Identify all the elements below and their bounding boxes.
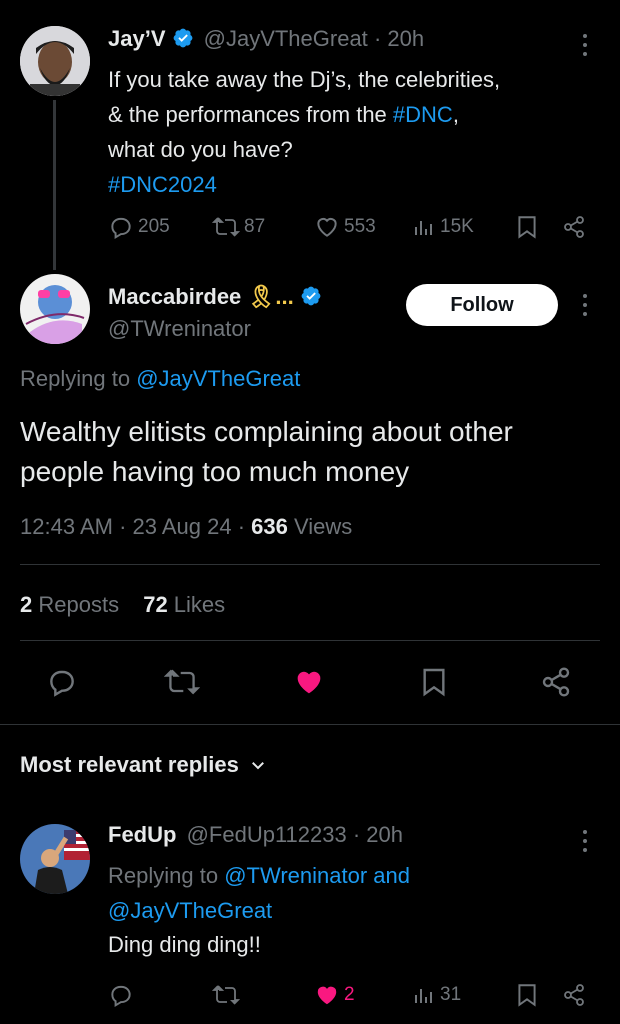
- views-count: 15K: [440, 216, 474, 237]
- like-button[interactable]: 2: [314, 982, 355, 1008]
- like-count: 553: [344, 216, 376, 237]
- tweet-time: · 20h: [373, 26, 425, 51]
- repost-button[interactable]: [164, 666, 200, 698]
- more-options-icon[interactable]: [582, 830, 588, 852]
- likes-label: Likes: [167, 592, 226, 617]
- text-line: people having too much money: [20, 456, 410, 487]
- heart-icon: [317, 986, 337, 1005]
- reposts-label: Reposts: [32, 592, 120, 617]
- text-line: Wealthy elitists complaining about other: [20, 416, 513, 447]
- author-name-suffix: 🎗...: [247, 284, 294, 309]
- share-icon: [564, 984, 584, 1006]
- bookmark-button[interactable]: [420, 666, 448, 698]
- verified-badge-icon: [172, 27, 194, 49]
- text-line: & the performances from the #DNC,: [108, 97, 598, 132]
- tweet-time: · 20h: [352, 822, 404, 847]
- reply1-header: FedUp @FedUp112233 · 20h: [108, 822, 403, 848]
- reply-icon: [111, 217, 131, 240]
- replying-prefix: Replying to: [108, 863, 225, 888]
- hashtag-link[interactable]: #DNC: [393, 102, 453, 127]
- replying-to: Replying to @JayVTheGreat: [20, 366, 300, 392]
- bookmark-icon: [423, 668, 445, 697]
- share-button[interactable]: [562, 982, 586, 1008]
- follow-button[interactable]: Follow: [406, 284, 558, 326]
- text-segment: ,: [452, 102, 459, 127]
- text-segment: & the performances from the: [108, 102, 393, 127]
- author-name[interactable]: Maccabirdee: [108, 284, 241, 309]
- like-button[interactable]: [292, 666, 326, 698]
- tweet1-header: Jay’V @JayVTheGreat · 20h: [108, 26, 424, 52]
- more-options-icon[interactable]: [582, 294, 588, 316]
- thread-line: [53, 100, 56, 270]
- repost-count: 87: [244, 216, 266, 237]
- views-icon: [415, 221, 432, 235]
- share-icon: [564, 216, 584, 238]
- replying-prefix: Replying to: [20, 366, 137, 391]
- reply-icon: [111, 985, 131, 1008]
- avatar-fedup[interactable]: [20, 824, 90, 894]
- repost-icon: [212, 217, 240, 237]
- author-handle[interactable]: @JayVTheGreat: [204, 26, 368, 51]
- bookmark-icon: [518, 216, 536, 239]
- reply-button[interactable]: [46, 666, 78, 698]
- views-count: 31: [440, 984, 462, 1005]
- divider: [0, 724, 620, 725]
- verified-badge-icon: [300, 285, 322, 307]
- views-button[interactable]: 31: [412, 982, 461, 1008]
- reply-button[interactable]: 205: [108, 214, 170, 240]
- reposts-stat[interactable]: 2 Reposts: [20, 592, 119, 617]
- share-button[interactable]: [540, 666, 572, 698]
- like-button[interactable]: 553: [314, 214, 376, 240]
- author-name[interactable]: Jay’V: [108, 26, 166, 51]
- bookmark-button[interactable]: [516, 214, 538, 240]
- tweet1-text: If you take away the Dj’s, the celebriti…: [108, 62, 598, 202]
- bookmark-button[interactable]: [516, 982, 538, 1008]
- reply-icon: [50, 670, 74, 697]
- likes-count: 72: [143, 592, 168, 617]
- author-handle[interactable]: @FedUp112233: [187, 822, 347, 847]
- tweet2-text: Wealthy elitists complaining about other…: [20, 412, 610, 492]
- more-options-icon[interactable]: [582, 34, 588, 56]
- views-icon: [415, 989, 432, 1003]
- text-line: what do you have?: [108, 137, 293, 162]
- mention-link[interactable]: @JayVTheGreat: [136, 366, 300, 391]
- like-count: 2: [344, 984, 355, 1005]
- reply-count: 205: [138, 216, 170, 237]
- divider: [20, 640, 600, 641]
- tweet2-meta: 12:43 AM · 23 Aug 24 · 636 Views: [20, 514, 352, 540]
- tweet2-name-row: Maccabirdee 🎗...: [108, 284, 322, 310]
- reposts-count: 2: [20, 592, 33, 617]
- avatar-maccabirdee[interactable]: [20, 274, 90, 344]
- views-count: 636: [251, 514, 288, 539]
- views-label: Views: [287, 514, 353, 539]
- chevron-down-icon: [251, 762, 264, 770]
- likes-stat[interactable]: 72 Likes: [143, 592, 225, 617]
- share-button[interactable]: [562, 214, 586, 240]
- hashtag-link[interactable]: #DNC2024: [108, 167, 598, 202]
- section-title: Most relevant replies: [20, 752, 239, 777]
- reply-button[interactable]: [108, 982, 134, 1008]
- repost-icon: [164, 669, 200, 695]
- repost-icon: [212, 985, 240, 1005]
- text-line: If you take away the Dj’s, the celebriti…: [108, 67, 501, 92]
- reply1-text: Ding ding ding!!: [108, 932, 261, 957]
- sort-replies-dropdown[interactable]: Most relevant replies: [20, 752, 267, 778]
- heart-icon: [297, 671, 321, 694]
- divider: [20, 564, 600, 565]
- repost-button[interactable]: [212, 982, 240, 1008]
- share-icon: [542, 667, 570, 697]
- mention-link[interactable]: @JayVTheGreat: [108, 898, 272, 923]
- replying-to: Replying to @TWreninator and @JayVTheGre…: [108, 858, 568, 928]
- repost-button[interactable]: 87: [212, 214, 265, 240]
- engagement-stats: 2 Reposts 72 Likes: [20, 592, 225, 618]
- author-handle[interactable]: @TWreninator: [108, 316, 251, 342]
- mention-link[interactable]: @TWreninator and: [224, 863, 410, 888]
- heart-icon: [317, 217, 337, 237]
- views-button[interactable]: 15K: [412, 214, 474, 240]
- avatar-jayv[interactable]: [20, 26, 90, 96]
- bookmark-icon: [518, 984, 536, 1007]
- author-name[interactable]: FedUp: [108, 822, 176, 847]
- tweet-timestamp[interactable]: 12:43 AM · 23 Aug 24 ·: [20, 514, 251, 539]
